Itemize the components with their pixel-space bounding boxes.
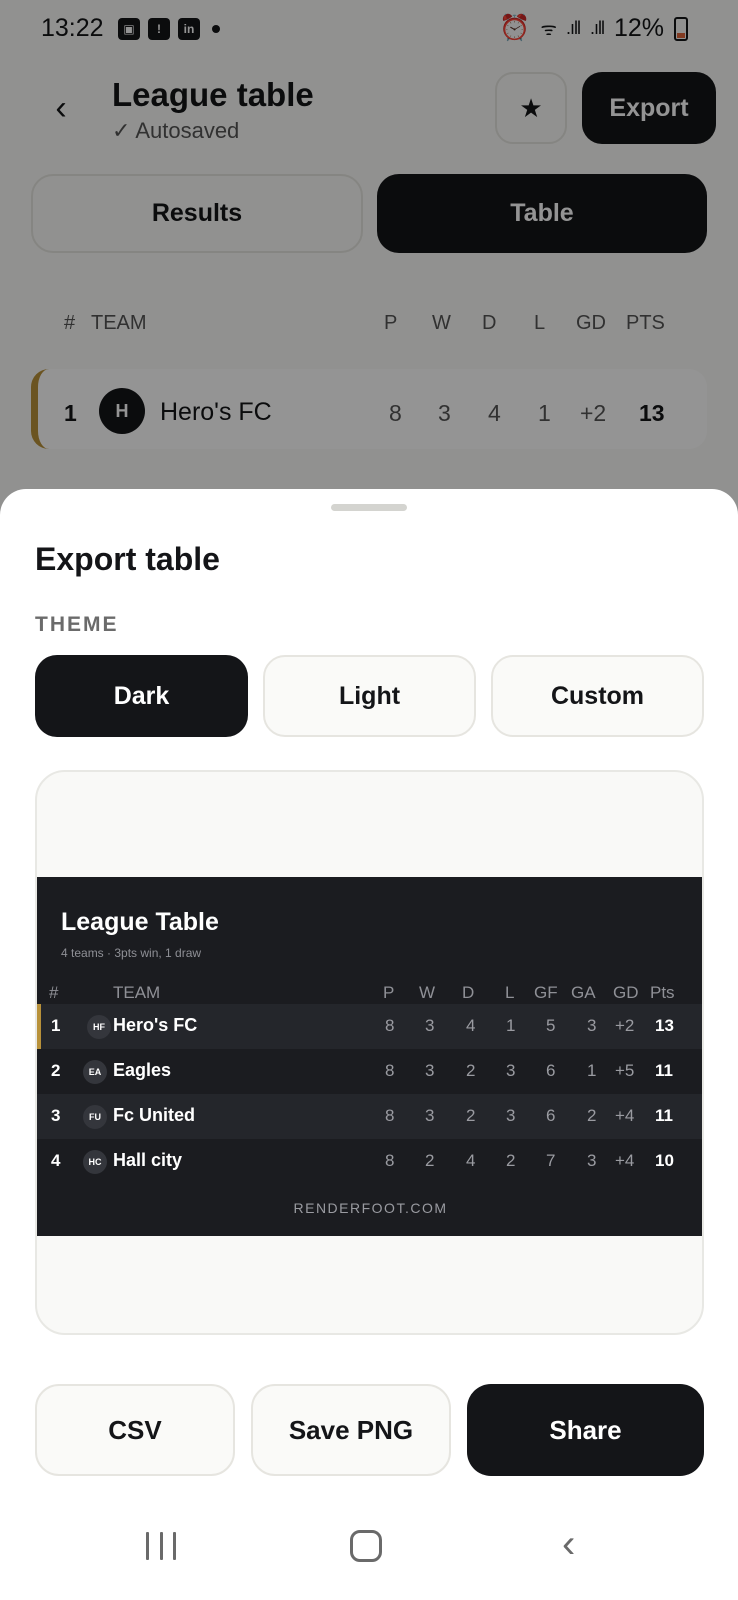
preview-subtitle: 4 teams · 3pts win, 1 draw [61,946,202,960]
stat-drawn: 4 [466,1016,476,1035]
preview-column-header: GA [571,983,596,1002]
stat-won: 3 [425,1061,435,1080]
preview-column-header: P [383,983,395,1002]
stat-goals-for: 6 [546,1106,556,1125]
preview-column-header: TEAM [113,983,161,1002]
stat-lost: 1 [506,1016,516,1035]
recents-icon[interactable] [146,1532,176,1560]
stat-goals-against: 3 [587,1151,597,1170]
stat-played: 8 [385,1151,395,1170]
stat-goals-for: 6 [546,1061,556,1080]
stat-won: 2 [425,1151,435,1170]
stat-played: 8 [385,1016,395,1035]
preview-column-header: GF [534,983,558,1002]
nav-back-icon[interactable]: ‹ [562,1524,575,1564]
stat-goals-against: 2 [587,1106,597,1125]
stat-played: 8 [385,1106,395,1125]
team-badge: EA [83,1060,107,1084]
csv-button[interactable]: CSV [35,1384,235,1476]
stat-goal-diff: +4 [615,1151,635,1170]
team-name: Hero's FC [113,1015,198,1035]
stat-drawn: 2 [466,1106,476,1125]
home-icon[interactable] [350,1530,382,1562]
team-name: Hall city [113,1150,183,1170]
row-rank: 1 [51,1016,61,1035]
row-rank: 3 [51,1106,61,1125]
theme-custom-option[interactable]: Custom [491,655,704,737]
stat-goals-for: 5 [546,1016,556,1035]
stat-goal-diff: +5 [615,1061,635,1080]
preview-column-header: W [419,983,436,1002]
sheet-title: Export table [35,541,220,577]
team-badge: HF [87,1015,111,1039]
preview-column-header: # [49,983,59,1002]
preview-title: League Table [61,908,219,936]
stat-goal-diff: +4 [615,1106,635,1125]
theme-label: THEME [35,613,119,636]
preview-card: League Table 4 teams · 3pts win, 1 draw … [37,877,702,1236]
theme-dark-option[interactable]: Dark [35,655,248,737]
table-row: 2 EA Eagles 8 3 2 3 6 1 +5 11 [37,1049,702,1094]
stat-lost: 2 [506,1151,516,1170]
stat-goals-against: 3 [587,1016,597,1035]
system-nav-bar: ‹ [0,1510,738,1600]
table-row: 4 HC Hall city 8 2 4 2 7 3 +4 10 [37,1139,702,1184]
preview-column-header: L [505,983,515,1002]
preview-column-header: Pts [650,983,675,1002]
team-name: Fc United [113,1105,196,1125]
stat-points: 10 [655,1151,674,1170]
table-row: 1 HF Hero's FC 8 3 4 1 5 3 +2 13 [37,1004,702,1049]
stat-won: 3 [425,1016,435,1035]
team-name: Eagles [113,1060,172,1080]
stat-goals-against: 1 [587,1061,597,1080]
table-row: 3 FU Fc United 8 3 2 3 6 2 +4 11 [37,1094,702,1139]
stat-lost: 3 [506,1106,516,1125]
stat-goal-diff: +2 [615,1016,635,1035]
stat-goals-for: 7 [546,1151,556,1170]
row-rank: 2 [51,1061,61,1080]
preview-column-header: D [462,983,475,1002]
stat-played: 8 [385,1061,395,1080]
drag-handle[interactable] [331,504,407,511]
save-png-button[interactable]: Save PNG [251,1384,451,1476]
stat-won: 3 [425,1106,435,1125]
stat-drawn: 2 [466,1061,476,1080]
export-sheet: Export table THEME Dark Light Custom Lea… [0,489,738,1600]
stat-points: 13 [655,1016,674,1035]
stat-points: 11 [655,1106,673,1125]
preview-footer: RENDERFOOT.COM [293,1200,448,1216]
team-badge: HC [83,1150,107,1174]
team-badge: FU [83,1105,107,1129]
row-rank: 4 [51,1151,61,1170]
stat-lost: 3 [506,1061,516,1080]
stat-points: 11 [655,1061,673,1080]
share-button[interactable]: Share [467,1384,704,1476]
theme-light-option[interactable]: Light [263,655,476,737]
stat-drawn: 4 [466,1151,476,1170]
export-preview: League Table 4 teams · 3pts win, 1 draw … [35,770,704,1335]
preview-column-header: GD [613,983,639,1002]
